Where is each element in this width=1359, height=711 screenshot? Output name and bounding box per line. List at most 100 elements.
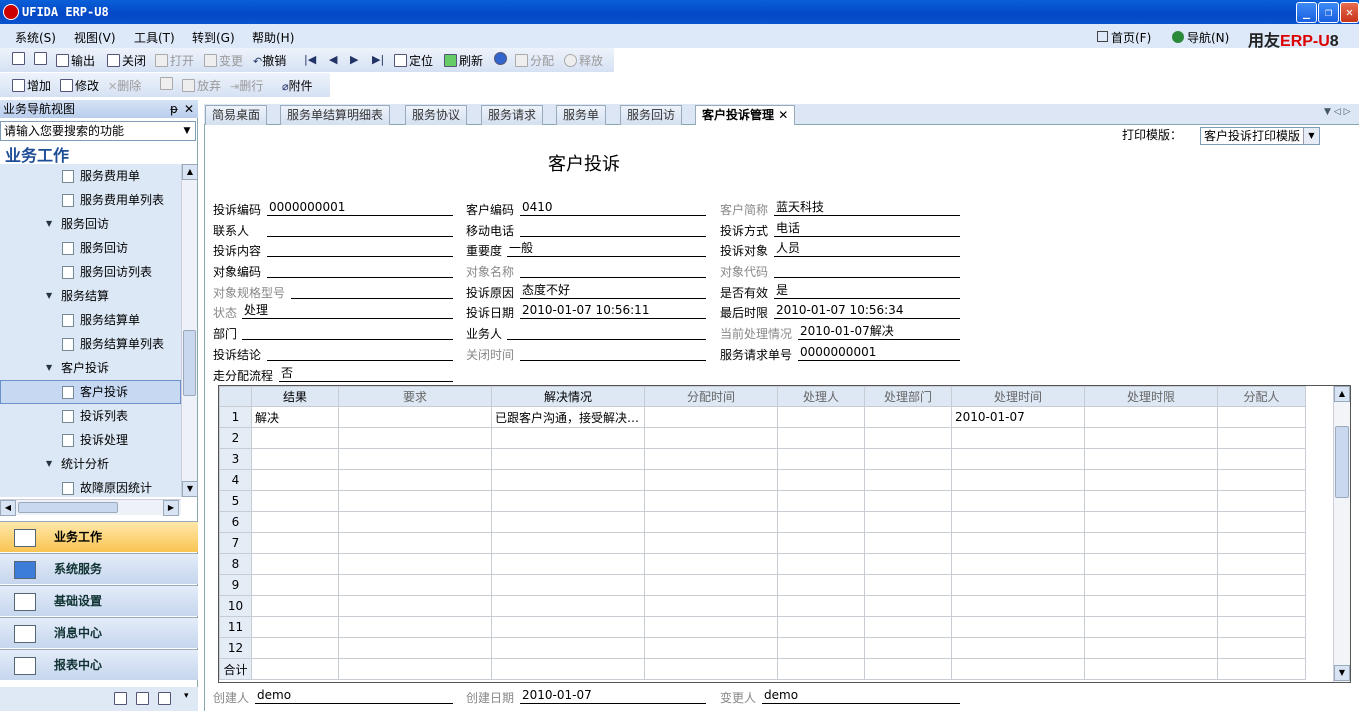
table-cell[interactable] [951,637,1085,659]
table-cell[interactable] [251,469,339,491]
table-cell[interactable] [951,616,1085,638]
table-cell[interactable] [864,448,952,470]
open-button[interactable]: 打开 [155,52,194,69]
table-cell[interactable] [1217,616,1306,638]
complaint-date-field[interactable]: 2010-01-07 10:56:11 [520,303,706,319]
scroll-right-icon[interactable]: ▶ [163,500,179,516]
table-cell[interactable] [864,553,952,575]
table-cell[interactable] [251,616,339,638]
pin-icon[interactable]: ᵽ [170,100,178,118]
table-cell[interactable] [491,616,645,638]
table-cell[interactable] [338,448,492,470]
table-cell[interactable] [951,532,1085,554]
table-cell[interactable] [777,616,865,638]
grid-vertical-scrollbar[interactable]: ▲ ▼ [1333,386,1350,682]
module-message-center[interactable]: 消息中心 [0,617,198,648]
calc-icon[interactable] [136,692,149,705]
nav-item-service-visit[interactable]: 服务回访 [0,236,181,260]
scroll-up-icon[interactable]: ▲ [1334,386,1350,402]
column-header[interactable]: 要求 [338,386,492,407]
tree-icon[interactable] [158,692,171,705]
table-cell[interactable] [1084,658,1218,680]
scroll-left-icon[interactable]: ◀ [0,500,16,516]
table-cell[interactable] [1084,553,1218,575]
table-cell[interactable] [951,469,1085,491]
table-cell[interactable] [644,469,778,491]
hscroll-thumb[interactable] [18,502,118,513]
table-row[interactable]: 4 [219,469,1306,491]
column-header[interactable]: 处理人 [777,386,865,407]
table-row[interactable]: 12 [219,637,1306,659]
nav-horizontal-scrollbar[interactable]: ◀ ▶ [0,499,181,516]
table-cell[interactable] [251,658,339,680]
complaint-reason-field[interactable]: 态度不好 [520,283,706,299]
nav-close-icon[interactable]: ✕ [184,100,194,118]
table-cell[interactable] [251,427,339,449]
column-header[interactable]: 处理时间 [951,386,1085,407]
table-cell[interactable] [644,595,778,617]
table-cell[interactable] [251,595,339,617]
print-button[interactable] [12,52,27,66]
tab-complaint-management[interactable]: 客户投诉管理 ✕ [695,105,796,125]
table-row[interactable]: 2 [219,427,1306,449]
nav-group-statistics[interactable]: ▼ 统计分析 [0,452,181,476]
table-cell[interactable] [1084,532,1218,554]
table-cell[interactable] [1084,448,1218,470]
prev-record-button[interactable]: ◀ [329,52,337,66]
more-icon[interactable]: ▾ [184,691,189,701]
table-cell[interactable] [491,595,645,617]
nav-item-complaint[interactable]: 客户投诉 [0,380,181,404]
deadline-field[interactable]: 2010-01-07 10:56:34 [774,303,960,319]
table-cell[interactable] [1217,532,1306,554]
close-window-button[interactable]: ✕ [1340,2,1359,23]
table-cell[interactable] [777,658,865,680]
complaint-code-field[interactable]: 0000000001 [267,200,453,216]
table-cell[interactable] [251,490,339,512]
table-row[interactable]: 8 [219,553,1306,575]
table-cell[interactable] [491,469,645,491]
help-button[interactable] [494,52,509,66]
complaint-method-field[interactable]: 电话 [774,221,960,237]
shortcut-icon[interactable] [114,692,127,705]
table-cell[interactable] [777,532,865,554]
table-cell[interactable] [864,616,952,638]
scroll-thumb[interactable] [183,330,196,396]
export-button[interactable]: 输出 [56,52,95,69]
table-cell[interactable] [864,406,952,428]
object-name-field[interactable] [520,262,706,278]
table-cell[interactable] [864,532,952,554]
table-cell[interactable] [1084,469,1218,491]
table-cell[interactable] [644,427,778,449]
table-cell[interactable] [777,406,865,428]
undo-button[interactable]: ↶撤销 [253,52,286,69]
scroll-up-icon[interactable]: ▲ [182,164,198,180]
table-cell[interactable] [644,553,778,575]
table-cell[interactable] [1217,595,1306,617]
attachment-button[interactable]: ⌀附件 [282,77,313,94]
status-field[interactable]: 处理 [242,303,453,319]
table-cell[interactable] [491,427,645,449]
object-id-field[interactable] [774,262,960,278]
table-cell[interactable] [777,469,865,491]
table-cell[interactable] [1217,553,1306,575]
table-cell[interactable] [864,511,952,533]
menu-help[interactable]: 帮助(H) [252,29,294,46]
valid-field[interactable]: 是 [774,283,960,299]
table-cell[interactable] [1084,427,1218,449]
table-cell[interactable] [644,448,778,470]
table-cell[interactable] [338,616,492,638]
nav-group-complaint[interactable]: ▼ 客户投诉 [0,356,181,380]
delete-button[interactable]: ✕删除 [108,77,141,94]
chevron-down-icon[interactable]: ▼ [1303,128,1319,144]
module-business[interactable]: 业务工作 [0,521,198,552]
table-cell[interactable] [251,637,339,659]
table-cell[interactable] [644,490,778,512]
table-cell[interactable] [644,511,778,533]
nav-item-service-fee[interactable]: 服务费用单 [0,164,181,188]
table-cell[interactable] [644,532,778,554]
close-time-field[interactable] [520,345,706,361]
table-row[interactable]: 10 [219,595,1306,617]
table-row[interactable]: 11 [219,616,1306,638]
table-cell[interactable] [338,427,492,449]
table-cell[interactable] [338,490,492,512]
